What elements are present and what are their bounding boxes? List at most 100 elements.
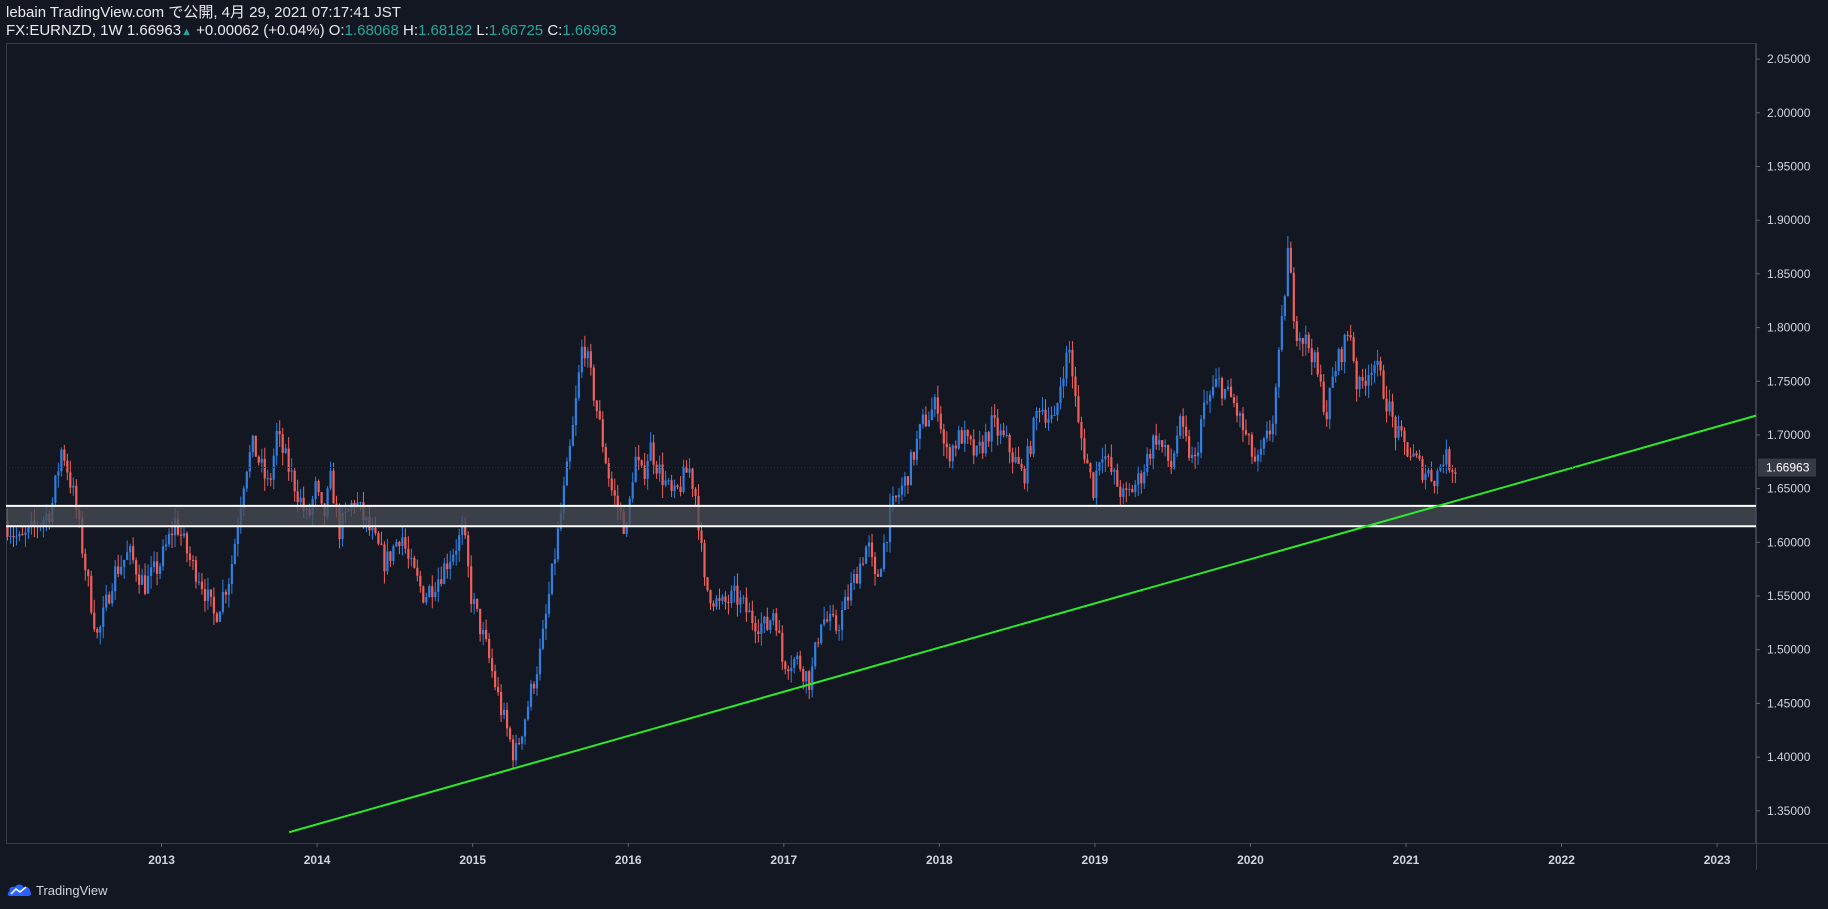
candle-body xyxy=(855,573,859,584)
candle-body xyxy=(395,541,398,547)
candle-body xyxy=(1295,321,1298,341)
candle-body xyxy=(652,442,655,465)
candle-body xyxy=(1358,376,1361,390)
candle-body xyxy=(1253,456,1257,462)
candle-body xyxy=(1256,454,1260,462)
candle-body xyxy=(1355,360,1358,390)
candle-body xyxy=(1343,334,1346,363)
candle-body xyxy=(841,610,844,630)
candle-body xyxy=(410,557,413,559)
candle-body xyxy=(1164,445,1167,448)
candle-body xyxy=(377,533,380,544)
candle-body xyxy=(589,351,592,368)
candle-body xyxy=(470,566,473,604)
candle-body xyxy=(1137,473,1140,485)
candle-body xyxy=(1035,410,1038,418)
candle-body xyxy=(218,611,221,622)
candle-body xyxy=(1298,337,1301,341)
candle-body xyxy=(1140,473,1143,484)
candle-body xyxy=(407,548,410,559)
candle-body xyxy=(57,471,60,476)
candle-body xyxy=(772,613,775,621)
candle-body xyxy=(873,557,877,575)
candle-body xyxy=(805,671,808,682)
candle-body xyxy=(969,436,972,440)
brand-footer[interactable]: TradingView xyxy=(6,880,108,900)
candle-body xyxy=(846,596,850,601)
candle-body xyxy=(72,485,75,488)
candle-body xyxy=(963,430,966,444)
candle-body xyxy=(1277,349,1280,388)
candle-body xyxy=(401,537,404,547)
candle-body xyxy=(263,458,266,479)
candle-body xyxy=(27,526,30,533)
price-tick-label: 2.05000 xyxy=(1767,52,1811,66)
candle-body xyxy=(1176,435,1179,454)
candle-body xyxy=(314,481,317,499)
candle-body xyxy=(583,346,586,359)
trendline[interactable] xyxy=(288,414,1757,834)
candle-body xyxy=(494,671,497,688)
candle-body xyxy=(1205,401,1209,403)
candle-body xyxy=(1304,334,1307,344)
candle-body xyxy=(733,585,736,591)
candle-body xyxy=(69,472,72,488)
candle-body xyxy=(90,575,93,613)
candle-body xyxy=(1433,481,1436,487)
candle-body xyxy=(206,589,210,602)
price-tick-label: 1.75000 xyxy=(1767,374,1811,388)
candle-body xyxy=(532,683,536,689)
candle-body xyxy=(1442,464,1445,467)
candle-body xyxy=(670,480,673,492)
candle-body xyxy=(227,583,230,595)
candle-body xyxy=(1014,457,1017,463)
time-tick-label: 2019 xyxy=(1082,853,1109,867)
candle-body xyxy=(1008,435,1011,453)
candle-body xyxy=(99,626,102,633)
candle-body xyxy=(577,372,580,399)
candle-body xyxy=(885,542,889,544)
candle-body xyxy=(1185,426,1188,437)
candle-body xyxy=(1421,458,1424,480)
candle-body xyxy=(1146,453,1149,472)
candle-body xyxy=(105,594,108,608)
candle-body xyxy=(434,591,437,598)
price-tick-label: 1.85000 xyxy=(1767,267,1811,281)
candle-body xyxy=(200,581,204,590)
candle-body xyxy=(1313,352,1316,363)
candle-body xyxy=(802,669,805,682)
candle-body xyxy=(676,485,679,487)
candle-body xyxy=(1179,416,1182,436)
candle-body xyxy=(1110,457,1113,472)
candle-body xyxy=(631,482,634,499)
candle-body xyxy=(108,594,111,604)
candle-body xyxy=(505,709,509,729)
candle-body xyxy=(987,432,990,442)
candle-body xyxy=(24,532,27,535)
candle-body xyxy=(1244,430,1248,435)
price-tick-label: 1.90000 xyxy=(1767,213,1811,227)
candle-body xyxy=(769,620,772,630)
candle-body xyxy=(1394,416,1397,438)
candle-body xyxy=(718,598,721,601)
candle-body xyxy=(1412,453,1415,457)
candle-body xyxy=(757,631,760,634)
time-axis[interactable]: 2013 2014 2015 2016 2017 2018 2019 2020 2021 2022… xyxy=(148,843,1731,867)
candle-body xyxy=(479,608,482,635)
support-zone[interactable] xyxy=(6,505,1756,527)
candle-body xyxy=(1427,470,1430,474)
candle-body xyxy=(811,666,814,690)
candle-body xyxy=(1268,430,1271,435)
candle-body xyxy=(535,674,539,689)
price-tick-label: 1.70000 xyxy=(1767,428,1811,442)
candle-body xyxy=(1038,410,1041,412)
candle-body xyxy=(829,613,832,622)
candle-body xyxy=(1406,442,1409,457)
candle-body xyxy=(248,452,251,472)
candle-body xyxy=(1346,334,1349,336)
candle-body xyxy=(1047,418,1050,423)
candle-body xyxy=(781,632,784,662)
price-chart[interactable]: 2.05000 2.00000 1.95000 1.90000 1.85000 1.800… xyxy=(0,0,1828,880)
candle-body xyxy=(601,419,604,447)
candle-body xyxy=(389,551,392,562)
